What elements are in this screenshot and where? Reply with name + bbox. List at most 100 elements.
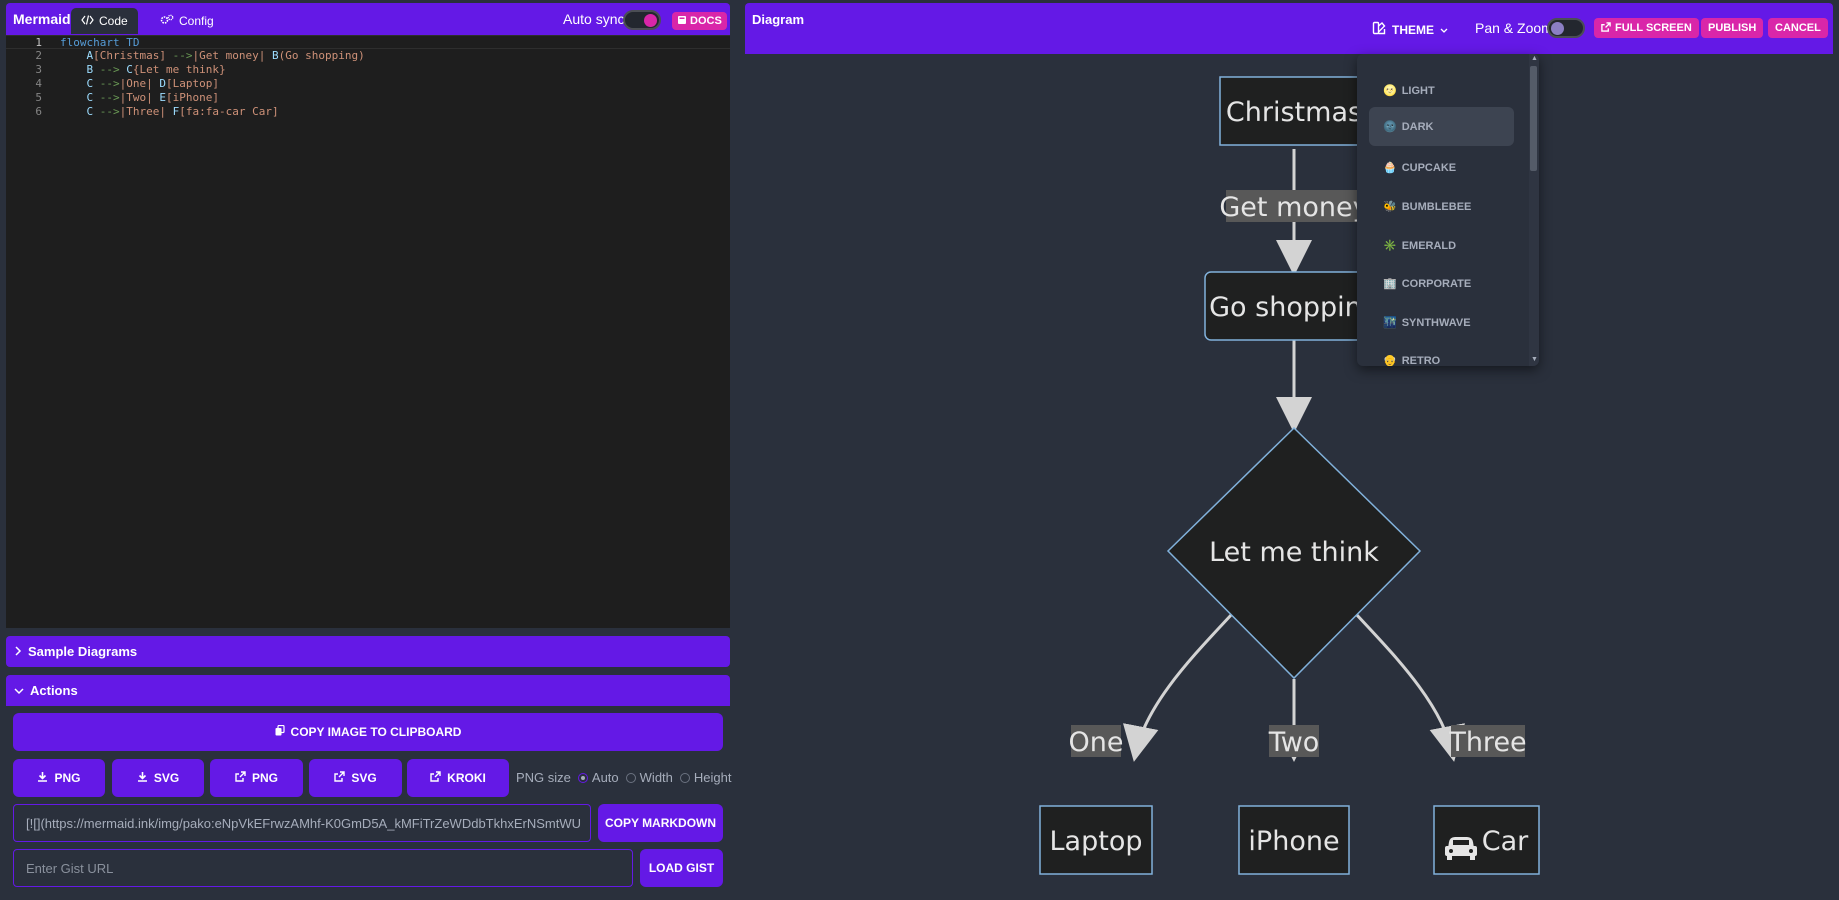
- download-png-button[interactable]: PNG: [13, 759, 105, 797]
- node-go-shopping-label: Go shopping: [1209, 292, 1379, 323]
- panzoom-toggle[interactable]: [1547, 18, 1585, 38]
- diagram-canvas[interactable]: Christmas Go shopping Let me think Lapto…: [745, 54, 1833, 900]
- docs-button[interactable]: DOCS: [672, 12, 727, 30]
- line-number: 3: [35, 63, 42, 76]
- tab-config[interactable]: Config: [150, 8, 224, 34]
- download-icon: [37, 771, 48, 785]
- theme-option-label: EMERALD: [1401, 239, 1457, 252]
- emoji-icon: 🏢: [1383, 278, 1397, 290]
- external-link-icon: [235, 771, 246, 785]
- emoji-icon: 🧁: [1383, 162, 1397, 174]
- fullscreen-button[interactable]: FULL SCREEN: [1594, 18, 1699, 38]
- gears-icon: [160, 14, 174, 28]
- png-size-label: PNG size: [516, 770, 571, 785]
- emoji-icon: 🌚: [1383, 121, 1397, 133]
- theme-dropdown-button[interactable]: THEME: [1372, 21, 1448, 38]
- sample-diagrams-accordion[interactable]: Sample Diagrams: [6, 636, 730, 667]
- kroki-button[interactable]: KROKI: [407, 759, 509, 797]
- theme-option-dark[interactable]: 🌚 DARK: [1369, 107, 1514, 146]
- download-svg-label: SVG: [153, 771, 180, 785]
- theme-option-label: SYNTHWAVE: [1401, 316, 1471, 329]
- external-link-icon: [1601, 21, 1611, 35]
- radio-auto[interactable]: [577, 772, 588, 783]
- radio-width[interactable]: [625, 772, 636, 783]
- radio-height[interactable]: [679, 772, 690, 783]
- chevron-down-icon: [14, 683, 24, 698]
- code-editor[interactable]: 1 flowchart TD 2 A[Christmas] -->|Get mo…: [6, 35, 730, 628]
- load-gist-button[interactable]: LOAD GIST: [640, 849, 723, 887]
- editor-line: 3 B --> C{Let me think}: [6, 63, 730, 77]
- publish-button[interactable]: PUBLISH: [1701, 18, 1764, 38]
- toggle-knob: [1551, 22, 1564, 35]
- gist-url-input[interactable]: Enter Gist URL: [13, 849, 633, 887]
- code-text: A[Christmas] -->|Get money| B(Go shoppin…: [86, 49, 365, 62]
- menu-scroll-thumb[interactable]: [1530, 66, 1537, 171]
- edge-label-get-money: Get money: [1219, 190, 1369, 223]
- code-icon: [81, 14, 94, 28]
- line-number: 1: [35, 36, 42, 49]
- svg-text:Get money: Get money: [1219, 192, 1368, 223]
- node-iphone: iPhone: [1238, 805, 1350, 875]
- scroll-down-icon[interactable]: ▼: [1531, 356, 1538, 363]
- chevron-down-icon: [1440, 23, 1448, 37]
- edge-label-three: Three: [1448, 725, 1527, 758]
- edge-label-two: Two: [1268, 725, 1320, 758]
- edge-think-car: [1354, 612, 1465, 762]
- edge-think-laptop: [1123, 612, 1234, 762]
- node-car-label: Car: [1482, 826, 1529, 857]
- theme-option-cupcake[interactable]: 🧁 CUPCAKE: [1369, 148, 1514, 187]
- theme-option-corporate[interactable]: 🏢 CORPORATE: [1369, 264, 1514, 303]
- markdown-field[interactable]: [![](https://mermaid.ink/img/pako:eNpVkE…: [13, 804, 591, 842]
- theme-option-synthwave[interactable]: 🌃 SYNTHWAVE: [1369, 303, 1514, 342]
- line-number: 4: [35, 77, 42, 90]
- cancel-button[interactable]: CANCEL: [1768, 18, 1828, 38]
- theme-dropdown-menu[interactable]: 🌝 LIGHT 🌚 DARK 🧁 CUPCAKE 🐝 BUMBLEBEE ✳️ …: [1357, 54, 1539, 366]
- docs-label: DOCS: [690, 15, 722, 27]
- code-text: C -->|One| D[Laptop]: [86, 77, 219, 90]
- code-text: C -->|Three| F[fa:fa-car Car]: [86, 105, 279, 118]
- copy-image-button[interactable]: COPY IMAGE TO CLIPBOARD: [13, 713, 723, 751]
- load-gist-label: LOAD GIST: [648, 861, 715, 875]
- kroki-label: KROKI: [447, 771, 486, 785]
- scroll-up-icon[interactable]: ▲: [1531, 55, 1538, 62]
- editor-line: 6 C -->|Three| F[fa:fa-car Car]: [6, 105, 730, 119]
- theme-option-emerald[interactable]: ✳️ EMERALD: [1369, 226, 1514, 265]
- chevron-right-icon: [14, 644, 22, 659]
- open-svg-button[interactable]: SVG: [309, 759, 402, 797]
- actions-accordion[interactable]: Actions: [6, 675, 730, 706]
- flowchart-svg: Christmas Go shopping Let me think Lapto…: [1039, 76, 1540, 875]
- actions-label: Actions: [30, 683, 78, 698]
- open-png-label: PNG: [251, 771, 278, 785]
- copy-markdown-label: COPY MARKDOWN: [604, 816, 717, 830]
- theme-option-retro[interactable]: 👴 RETRO: [1369, 341, 1514, 367]
- code-text: B --> C{Let me think}: [86, 63, 226, 76]
- open-png-button[interactable]: PNG: [210, 759, 303, 797]
- diagram-panel: Diagram THEME Pan & Zoom FULL SCREEN PUB…: [745, 3, 1833, 900]
- line-number: 5: [35, 91, 42, 104]
- theme-option-label: CUPCAKE: [1401, 161, 1457, 174]
- node-christmas: Christmas: [1219, 76, 1371, 146]
- svg-text:Three: Three: [1448, 727, 1526, 758]
- svg-text:One: One: [1069, 727, 1124, 758]
- theme-option-bumblebee[interactable]: 🐝 BUMBLEBEE: [1369, 187, 1514, 226]
- line-number: 6: [35, 105, 42, 118]
- emoji-icon: 🌝: [1383, 85, 1397, 97]
- code-text: C -->|Two| E[iPhone]: [86, 91, 219, 104]
- tab-code[interactable]: Code: [71, 8, 138, 34]
- theme-option-light[interactable]: 🌝 LIGHT: [1369, 71, 1514, 110]
- actions-panel: COPY IMAGE TO CLIPBOARD PNG SVG PNG SVG …: [6, 706, 731, 900]
- fullscreen-label: FULL SCREEN: [1615, 22, 1692, 34]
- autosync-toggle[interactable]: [623, 10, 661, 30]
- svg-text:Two: Two: [1268, 727, 1320, 758]
- copy-icon: [275, 724, 285, 739]
- download-svg-button[interactable]: SVG: [112, 759, 204, 797]
- node-christmas-label: Christmas: [1226, 97, 1362, 128]
- node-iphone-label: iPhone: [1248, 826, 1339, 857]
- png-size-group: PNG size Auto Width Height: [516, 770, 731, 785]
- tab-code-label: Code: [99, 14, 128, 28]
- toggle-knob: [644, 14, 657, 27]
- theme-option-label: CORPORATE: [1401, 277, 1472, 290]
- editor-header: Mermaid Code Config Auto sync DOCS: [6, 3, 730, 36]
- copy-image-label: COPY IMAGE TO CLIPBOARD: [290, 725, 462, 739]
- copy-markdown-button[interactable]: COPY MARKDOWN: [598, 804, 723, 842]
